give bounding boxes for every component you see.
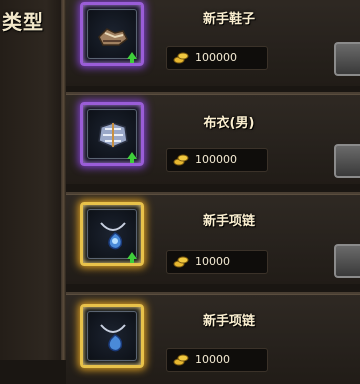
item-list: 新手鞋子 100000 布衣(男) 100000 新手项链 10000 新手项链… [66, 0, 360, 384]
item-price: 10000 [195, 255, 230, 268]
buy-button[interactable] [334, 42, 360, 76]
cloth-armor-icon [98, 122, 128, 148]
list-item: 新手鞋子 100000 [66, 0, 360, 86]
category-title: 类型 [2, 10, 44, 34]
price-box: 100000 [166, 46, 268, 70]
category-sidebar: 类型 [0, 0, 66, 360]
upgrade-arrow-icon [127, 52, 137, 63]
necklace-icon [100, 324, 126, 352]
gold-coin-icon [173, 154, 189, 166]
item-name: 新手项链 [202, 214, 255, 229]
item-slot[interactable] [80, 202, 144, 266]
shoes-icon [98, 28, 128, 46]
buy-button[interactable] [334, 144, 360, 178]
upgrade-arrow-icon [127, 252, 137, 263]
item-name: 布衣(男) [203, 116, 255, 131]
upgrade-arrow-icon [127, 152, 137, 163]
list-item: 新手项链 10000 [66, 192, 360, 284]
price-box: 100000 [166, 148, 268, 172]
list-item: 新手项链 10000 [66, 292, 360, 384]
item-slot[interactable] [80, 304, 144, 368]
item-name: 新手项链 [202, 314, 255, 329]
item-price: 100000 [195, 51, 237, 64]
buy-button[interactable] [334, 244, 360, 278]
item-slot[interactable] [80, 102, 144, 166]
price-box: 10000 [166, 348, 268, 372]
gold-coin-icon [173, 256, 189, 268]
gold-coin-icon [173, 52, 189, 64]
item-name: 新手鞋子 [202, 12, 255, 27]
item-slot[interactable] [80, 2, 144, 66]
item-price: 100000 [195, 153, 237, 166]
list-item: 布衣(男) 100000 [66, 92, 360, 184]
price-box: 10000 [166, 250, 268, 274]
necklace-icon [100, 222, 126, 250]
